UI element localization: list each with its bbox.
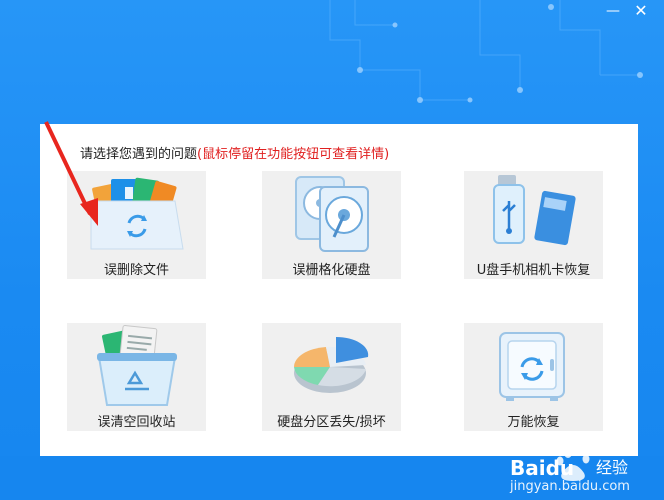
option-label: U盘手机相机卡恢复 xyxy=(476,263,591,278)
option-emptied-recycle-bin[interactable]: 误清空回收站 xyxy=(67,323,206,431)
option-label: 误删除文件 xyxy=(103,263,169,278)
option-universal-recovery[interactable]: 万能恢复 xyxy=(464,323,603,431)
prompt-text: 请选择您遇到的问题(鼠标停留在功能按钮可查看详情) xyxy=(80,143,389,162)
option-formatted-disk[interactable]: 误栅格化硬盘 xyxy=(262,171,401,279)
partition-pie-icon xyxy=(293,336,369,393)
option-usb-card-recovery[interactable]: U盘手机相机卡恢复 xyxy=(464,171,603,279)
circuit-background xyxy=(329,0,643,103)
annotation-arrow-icon xyxy=(44,121,98,226)
option-label: 误栅格化硬盘 xyxy=(292,263,371,278)
usb-sdcard-icon xyxy=(493,175,576,246)
recovery-options-panel: 请选择您遇到的问题(鼠标停留在功能按钮可查看详情) 误删除文件 误栅格化硬盘 U… xyxy=(40,124,638,456)
watermark-url: jingyan.baidu.com xyxy=(510,479,630,494)
safe-recovery-icon xyxy=(499,332,565,401)
minimize-button[interactable]: — xyxy=(602,2,624,20)
recycle-bin-icon xyxy=(97,325,177,406)
app-window: — ✕ 请选择您遇到的问题(鼠标停留在功能按钮可查看详情) 误删除文件 误栅格化… xyxy=(0,0,664,500)
watermark-brand: Baidu xyxy=(510,456,574,480)
option-label: 硬盘分区丢失/损坏 xyxy=(277,415,386,430)
option-partition-lost[interactable]: 硬盘分区丢失/损坏 xyxy=(262,323,401,431)
prompt-hint: (鼠标停留在功能按钮可查看详情) xyxy=(197,147,390,162)
close-button[interactable]: ✕ xyxy=(630,2,652,20)
option-label: 万能恢复 xyxy=(507,415,560,430)
hard-disk-icon xyxy=(295,176,369,252)
option-label: 误清空回收站 xyxy=(97,415,176,430)
watermark-brand-cn: 经验 xyxy=(596,458,628,477)
